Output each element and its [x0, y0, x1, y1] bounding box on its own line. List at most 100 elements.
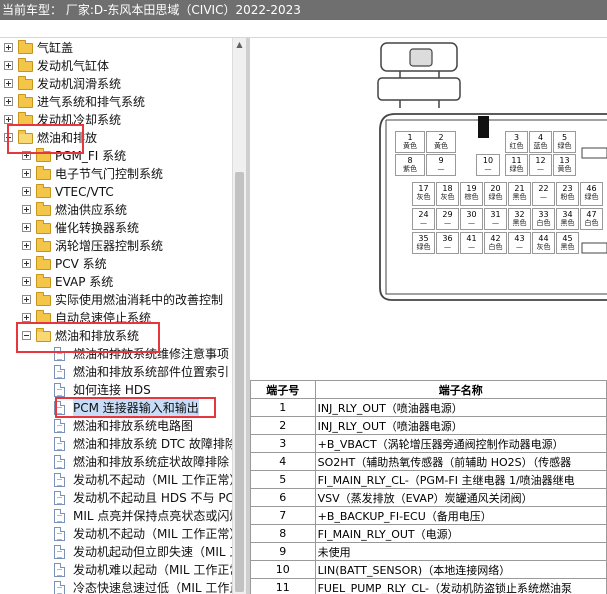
pin-number: 43 — [514, 234, 525, 243]
pin-wire-color: 黄色 — [403, 142, 417, 150]
tree-item[interactable]: MIL 点亮并保持点亮状态或闪烁 — [0, 507, 232, 525]
tree-item[interactable]: 燃油和排放系统部件位置索引 — [0, 363, 232, 381]
expand-icon[interactable] — [22, 187, 31, 196]
tree-item[interactable]: 发动机不起动且 HDS 不与 PCM 通信 — [0, 489, 232, 507]
pin-wire-color: 黑色 — [560, 219, 575, 227]
tree-item[interactable]: 发动机不起动（MIL 工作正常） — [0, 471, 232, 489]
tree-item[interactable]: 发动机起动但立即失速（MIL 工作正常） — [0, 543, 232, 561]
toolbar-strip — [0, 20, 607, 38]
tree-item[interactable]: 燃油和排放系统症状故障排除 — [0, 453, 232, 471]
expand-icon[interactable] — [22, 259, 31, 268]
tree-item[interactable]: 发动机难以起动（MIL 工作正常） — [0, 561, 232, 579]
tree-item[interactable]: 涡轮增压器控制系统 — [0, 237, 232, 255]
pin-name-cell: +B_VBACT（涡轮增压器旁通阀控制作动器电源） — [314, 434, 607, 453]
pin-wire-color: 灰色 — [416, 193, 431, 201]
expand-icon[interactable] — [22, 277, 31, 286]
pin-name-cell: +B_BACKUP_FI-ECU（备用电压） — [314, 506, 607, 525]
scroll-up-arrow-icon[interactable]: ▲ — [234, 39, 245, 51]
expand-icon[interactable] — [22, 223, 31, 232]
tree-item[interactable]: 进气系统和排气系统 — [0, 93, 232, 111]
pin-wire-color: — — [468, 243, 475, 251]
pin-number: 31 — [490, 210, 501, 219]
expand-icon[interactable] — [22, 241, 31, 250]
connector-pin-cell: 35 绿色 — [412, 232, 435, 254]
tree-item[interactable]: 气缸盖 — [0, 39, 232, 57]
pin-wire-color: 黄色 — [434, 142, 448, 150]
pin-number-cell: 6 — [250, 488, 316, 507]
pin-number: 13 — [559, 156, 570, 165]
expand-icon[interactable] — [22, 313, 31, 322]
connector-pin-cell: 17 灰色 — [412, 182, 435, 206]
pin-wire-color: — — [492, 219, 499, 227]
navigation-tree[interactable]: 气缸盖 发动机气缸体 发动机润滑系统 进气系统和排气系统 发动机冷却系统 燃油和排放 PGM… — [0, 38, 232, 594]
pin-wire-color: 灰色 — [440, 193, 455, 201]
pin-number: 22 — [538, 184, 549, 193]
connector-pin-cell: 34 黑色 — [556, 208, 579, 230]
pin-number: 8 — [407, 156, 413, 165]
tree-item[interactable]: EVAP 系统 — [0, 273, 232, 291]
tree-item[interactable]: 燃油供应系统 — [0, 201, 232, 219]
pin-wire-color: 绿色 — [488, 193, 503, 201]
connector-pin-cell: 10— — [476, 154, 500, 176]
pin-number: 45 — [562, 234, 573, 243]
tree-item[interactable]: 冷态快速怠速过低（MIL 工作正常） — [0, 579, 232, 594]
connector-pin-cell: 20 绿色 — [484, 182, 507, 206]
pin-number-cell: 7 — [250, 506, 316, 525]
pin-number: 42 — [490, 234, 501, 243]
pin-wire-color: — — [420, 219, 427, 227]
table-row: 5 FI_MAIN_RLY_CL-（PGM-FI 主继电器 1/喷油器继电 — [250, 470, 607, 489]
expand-icon[interactable] — [22, 169, 31, 178]
pin-number-cell: 5 — [250, 470, 316, 489]
tree-item[interactable]: 催化转换器系统 — [0, 219, 232, 237]
pin-wire-color: 紫色 — [403, 165, 417, 173]
pin-number: 11 — [511, 156, 522, 165]
folder-icon — [18, 40, 33, 54]
connector-pin-cell: 31— — [484, 208, 507, 230]
tree-item[interactable]: 发动机气缸体 — [0, 57, 232, 75]
pin-number-cell: 10 — [250, 560, 316, 579]
tree-item[interactable]: 电子节气门控制系统 — [0, 165, 232, 183]
pin-name-cell: INJ_RLY_OUT（喷油器电源） — [314, 398, 607, 417]
expand-icon[interactable] — [4, 61, 13, 70]
tree-item-label: 燃油和排放系统 DTC 故障排除 — [73, 437, 232, 451]
connector-pin-cell: 1 黄色 — [395, 131, 425, 153]
tree-item-label: 发动机难以起动（MIL 工作正常） — [73, 563, 232, 577]
pin-wire-color: 灰色 — [536, 243, 551, 251]
document-icon — [54, 383, 65, 397]
connector-pin-cell: 44 灰色 — [532, 232, 555, 254]
tree-scrollbar[interactable]: ▲ — [232, 38, 246, 594]
expand-icon[interactable] — [4, 115, 13, 124]
pin-number: 24 — [418, 210, 429, 219]
tree-item[interactable]: 燃油和排放系统电路图 — [0, 417, 232, 435]
pin-wire-color: — — [444, 243, 451, 251]
connector-pin-cell: 2 黄色 — [426, 131, 456, 153]
pin-wire-color: 蓝色 — [533, 142, 548, 150]
tree-item[interactable]: 实际使用燃油消耗中的改善控制 — [0, 291, 232, 309]
pin-number: 2 — [438, 133, 444, 142]
tree-item[interactable]: VTEC/VTC — [0, 183, 232, 201]
tree-item[interactable]: 发动机不起动（MIL 工作正常） — [0, 525, 232, 543]
pin-number: 29 — [442, 210, 453, 219]
pin-wire-color: — — [540, 193, 547, 201]
expand-icon[interactable] — [22, 295, 31, 304]
pin-name-cell: LIN(BATT_SENSOR)（本地连接网络） — [314, 560, 607, 579]
expand-icon[interactable] — [4, 97, 13, 106]
pin-name-cell: INJ_RLY_OUT（喷油器电源） — [314, 416, 607, 435]
pin-number: 44 — [538, 234, 549, 243]
table-row: 3 +B_VBACT（涡轮增压器旁通阀控制作动器电源） — [250, 434, 607, 453]
scrollbar-thumb[interactable] — [235, 172, 244, 592]
tree-item-label: 气缸盖 — [37, 41, 74, 55]
expand-icon[interactable] — [4, 43, 13, 52]
tree-item-label: 发动机不起动（MIL 工作正常） — [73, 473, 232, 487]
folder-icon — [18, 76, 33, 90]
tree-item[interactable]: 发动机润滑系统 — [0, 75, 232, 93]
pin-number-cell: 11 — [250, 578, 316, 594]
table-row: 6 VSV（蒸发排放（EVAP）炭罐通风关闭阀） — [250, 488, 607, 507]
tree-item[interactable]: 燃油和排放系统 DTC 故障排除 — [0, 435, 232, 453]
tree-item[interactable]: PCV 系统 — [0, 255, 232, 273]
folder-icon — [36, 238, 51, 252]
expand-icon[interactable] — [4, 79, 13, 88]
expand-icon[interactable] — [22, 205, 31, 214]
pin-wire-color: 黑色 — [560, 243, 575, 251]
connector-pin-cell: 12— — [529, 154, 552, 176]
